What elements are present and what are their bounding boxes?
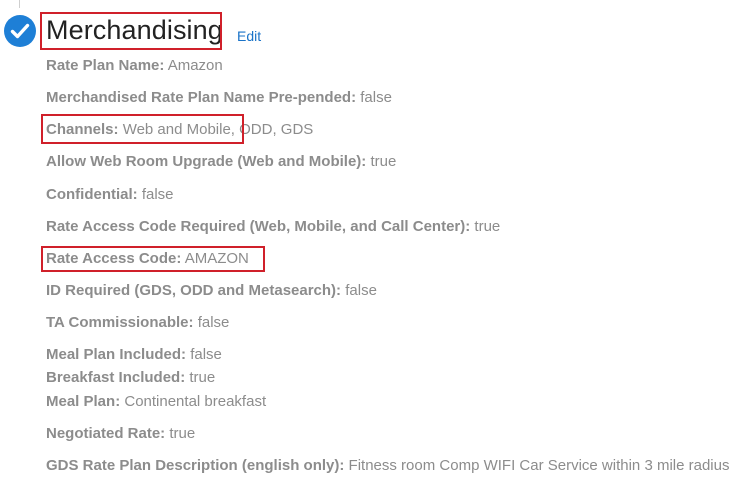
field-value: true — [474, 218, 501, 235]
field-label: Merchandised Rate Plan Name Pre-pended: — [46, 89, 357, 106]
rate-access-code-highlight-box — [41, 246, 265, 272]
field-value: Amazon — [167, 57, 223, 74]
field-id-required: ID Required (GDS, ODD and Metasearch): f… — [46, 281, 377, 301]
field-value: false — [197, 314, 230, 331]
field-meal-plan-included: Meal Plan Included: false — [46, 345, 222, 365]
field-allow-web-room-upgrade: Allow Web Room Upgrade (Web and Mobile):… — [46, 152, 396, 172]
title-highlight-box — [40, 12, 222, 50]
field-value: true — [169, 425, 196, 442]
field-meal-plan: Meal Plan: Continental breakfast — [46, 392, 266, 412]
field-label: GDS Rate Plan Description (english only)… — [46, 457, 345, 474]
field-value: false — [190, 346, 222, 363]
field-label: Meal Plan: — [46, 393, 121, 410]
timeline-connector — [19, 0, 20, 8]
field-value: Continental breakfast — [124, 393, 267, 410]
field-label: Allow Web Room Upgrade (Web and Mobile): — [46, 153, 367, 170]
field-label: Meal Plan Included: — [46, 346, 187, 363]
field-confidential: Confidential: false — [46, 185, 174, 205]
check-circle-icon — [4, 15, 36, 47]
edit-link[interactable]: Edit — [237, 27, 261, 45]
field-value: true — [370, 153, 397, 170]
field-label: ID Required (GDS, ODD and Metasearch): — [46, 282, 342, 299]
channels-highlight-box — [41, 114, 244, 144]
field-breakfast-included: Breakfast Included: true — [46, 368, 215, 388]
field-label: Confidential: — [46, 186, 138, 203]
field-value: false — [345, 282, 377, 299]
field-rate-plan-name: Rate Plan Name: Amazon — [46, 56, 223, 76]
field-negotiated-rate: Negotiated Rate: true — [46, 424, 195, 444]
field-label: Rate Access Code Required (Web, Mobile, … — [46, 218, 471, 235]
field-label: Breakfast Included: — [46, 369, 186, 386]
field-label: Rate Plan Name: — [46, 57, 165, 74]
field-label: Negotiated Rate: — [46, 425, 166, 442]
field-value: true — [189, 369, 216, 386]
field-merchandised-prepended: Merchandised Rate Plan Name Pre-pended: … — [46, 88, 392, 108]
field-value: Fitness room Comp WIFI Car Service withi… — [348, 457, 730, 474]
field-label: TA Commissionable: — [46, 314, 194, 331]
field-value: false — [141, 186, 174, 203]
field-value: false — [360, 89, 392, 106]
field-ta-commissionable: TA Commissionable: false — [46, 313, 229, 333]
field-gds-description: GDS Rate Plan Description (english only)… — [46, 456, 729, 476]
field-rate-access-code-required: Rate Access Code Required (Web, Mobile, … — [46, 217, 500, 237]
